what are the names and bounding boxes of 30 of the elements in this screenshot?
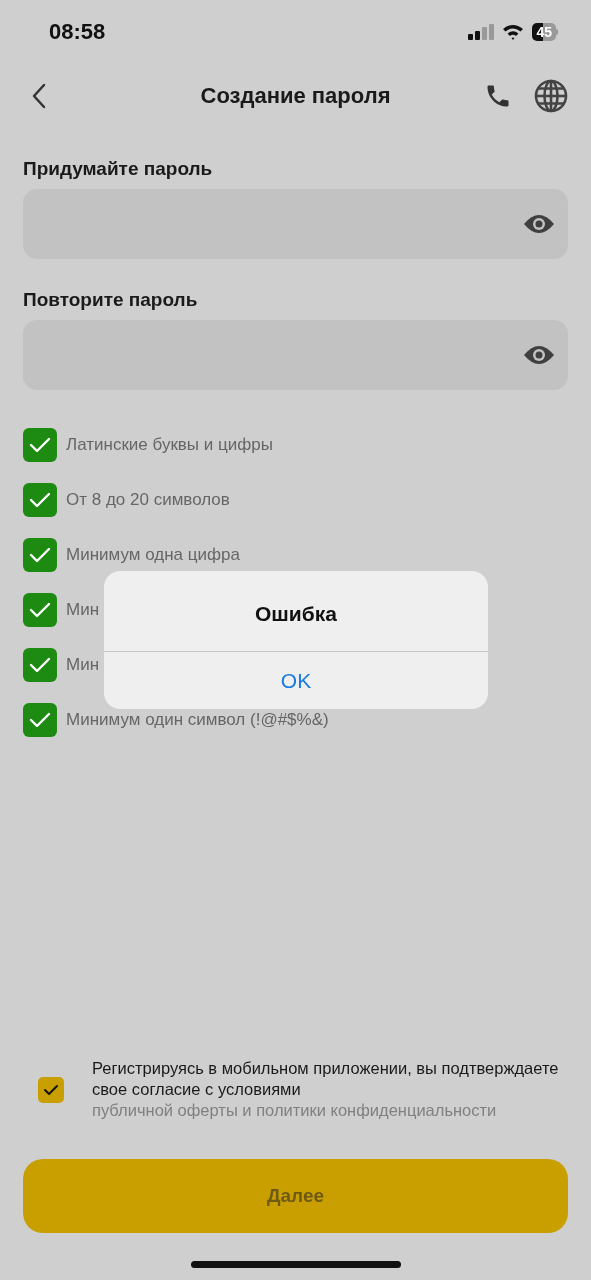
check-icon	[29, 712, 51, 728]
password-field[interactable]	[23, 320, 568, 390]
chevron-left-icon	[31, 83, 47, 109]
agreement-checkbox[interactable]	[38, 1076, 64, 1103]
check-icon	[29, 437, 51, 453]
requirement-text: Мин	[66, 600, 100, 620]
screen-title: Создание пароля	[200, 83, 391, 109]
eye-icon[interactable]	[523, 213, 555, 235]
requirement-text: Минимум одна цифра	[66, 545, 240, 565]
status-time: 08:58	[49, 19, 106, 45]
check-icon	[29, 602, 51, 618]
password-field[interactable]	[23, 189, 568, 259]
check-icon	[29, 657, 51, 673]
offer-link[interactable]: публичной оферты и политики конфиденциальности	[92, 1101, 497, 1119]
wifi-icon	[502, 24, 525, 40]
alert-title: Ошибка	[255, 602, 337, 626]
requirement-text: Минимум один символ (!@#$%&)	[66, 710, 329, 730]
agreement-text: Регистрируясь в мобильном приложении, вы подтверждаете свое согласие с условиями публичной оферты и политики конфиденциальности	[92, 1058, 560, 1121]
requirement-text: Мин	[66, 655, 100, 675]
eye-icon[interactable]	[523, 344, 555, 366]
globe-icon[interactable]	[534, 79, 568, 113]
field-label: Придумайте пароль	[23, 158, 214, 180]
ok-button[interactable]: OK	[104, 651, 488, 709]
requirement-text: От 8 до 20 символов	[66, 490, 230, 510]
check-icon	[29, 547, 51, 563]
requirement-text: Латинские буквы и цифры	[66, 435, 273, 455]
signal-icon	[468, 24, 495, 40]
check-icon	[29, 492, 51, 508]
field-label: Повторите пароль	[23, 289, 199, 311]
check-icon	[43, 1083, 59, 1096]
